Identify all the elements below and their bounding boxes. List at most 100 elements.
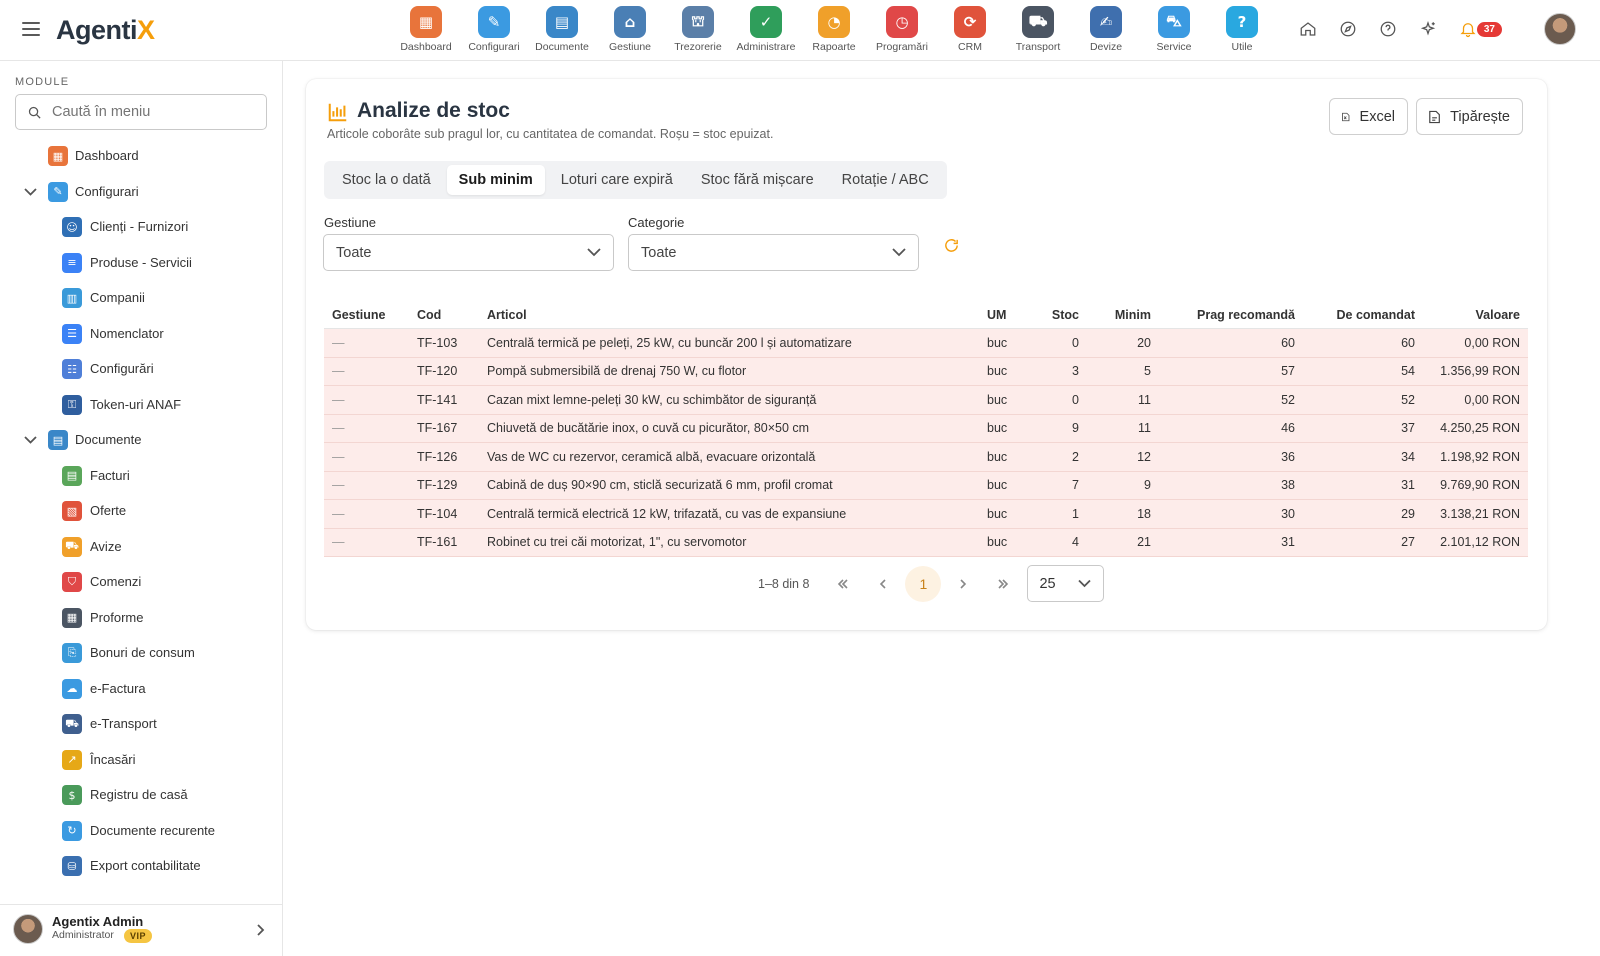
sidebar-item-avize[interactable]: ⛟ Avize (0, 529, 283, 565)
print-button[interactable]: Tipărește (1416, 98, 1523, 135)
sidebar-item-configurari[interactable]: ✎ Configurari (0, 174, 283, 210)
sidebar-item-export-contabilitate[interactable]: ⛁ Export contabilitate (0, 848, 283, 884)
sidebar-user-panel[interactable]: Agentix Admin Administrator VIP (0, 904, 283, 956)
table-row[interactable]: — TF-103 Centrală termică pe peleți, 25 kW… (324, 329, 1528, 358)
column-header[interactable]: UM (979, 308, 1029, 322)
table-row[interactable]: — TF-120 Pompă submersibilă de drenaj 750 … (324, 357, 1528, 386)
topnav-label: CRM (958, 41, 982, 53)
sidebar-item-documente[interactable]: ▤ Documente (0, 422, 283, 458)
sidebar-item-produse-servicii[interactable]: ≡ Produse - Servicii (0, 245, 283, 281)
sidebar-item-companii[interactable]: ▥ Companii (0, 280, 283, 316)
first-page-icon[interactable] (823, 566, 863, 602)
table-row[interactable]: — TF-141 Cazan mixt lemne-peleți 30 kW, cu… (324, 386, 1528, 415)
excel-file-icon (1342, 112, 1350, 121)
topnav-item-dashboard[interactable]: ▦ Dashboard (392, 6, 460, 53)
tab-rota-ie-abc[interactable]: Rotație / ABC (830, 165, 941, 195)
help-circle-icon[interactable] (1377, 18, 1399, 40)
topnav-item-documente[interactable]: ▤ Documente (528, 6, 596, 53)
app-logo[interactable]: AgentiX (56, 15, 155, 46)
menu-toggle-icon[interactable] (22, 22, 40, 36)
sparkles-icon[interactable] (1417, 18, 1439, 40)
topnav-item-crm[interactable]: ⟳ CRM (936, 6, 1004, 53)
categorie-select[interactable]: Toate (628, 234, 919, 271)
sidebar-item-oferte[interactable]: ▧ Oferte (0, 493, 283, 529)
table-cell: 3.138,21 RON (1440, 506, 1520, 521)
topnav-item-configurari[interactable]: ✎ Configurari (460, 6, 528, 53)
chevron-right-icon[interactable] (255, 923, 265, 936)
chevron-down-icon[interactable] (24, 185, 37, 198)
topnav-item-administrare[interactable]: ✓ Administrare (732, 6, 800, 53)
column-header[interactable]: Gestiune (324, 308, 409, 322)
sidebar-item-proforme[interactable]: ▦ Proforme (0, 600, 283, 636)
table-row[interactable]: — TF-167 Chiuvetă de bucătărie inox, o cuv… (324, 414, 1528, 443)
compass-icon[interactable] (1337, 18, 1359, 40)
sidebar-item-configur-ri[interactable]: ☷ Configurări (0, 351, 283, 387)
table-cell: TF-161 (417, 535, 458, 550)
user-avatar[interactable] (1544, 13, 1576, 45)
topnav-item-devize[interactable]: ✍ Devize (1072, 6, 1140, 53)
sidebar-item-label: Configurari (75, 183, 139, 199)
refresh-icon[interactable] (943, 237, 961, 255)
sidebar-item-facturi[interactable]: ▤ Facturi (0, 458, 283, 494)
sidebar-item-nomenclator[interactable]: ☰ Nomenclator (0, 316, 283, 352)
sidebar-item-label: Companii (90, 290, 145, 306)
topnav-item-service[interactable]: ⛍ Service (1140, 6, 1208, 53)
bell-icon[interactable] (1457, 18, 1479, 40)
sidebar-item-documente-recurente[interactable]: ↻ Documente recurente (0, 813, 283, 849)
previous-page-icon[interactable] (863, 566, 903, 602)
gestiune-select[interactable]: Toate (323, 234, 614, 271)
next-page-icon[interactable] (943, 566, 983, 602)
topnav-item-utile[interactable]: ? Utile (1208, 6, 1276, 53)
topnav-item-transport[interactable]: ⛟ Transport (1004, 6, 1072, 53)
sidebar-item-e-factura[interactable]: ☁ e-Factura (0, 671, 283, 707)
last-page-icon[interactable] (983, 566, 1023, 602)
column-header[interactable]: Cod (409, 308, 479, 322)
tab-loturi-care-expir-[interactable]: Loturi care expiră (549, 165, 685, 195)
chevron-down-icon (892, 248, 906, 257)
table-row[interactable]: — TF-129 Cabină de duș 90×90 cm, sticlă se… (324, 471, 1528, 500)
sidebar-search-input[interactable] (52, 104, 252, 120)
table-cell: 9 (1144, 478, 1151, 493)
tab-stoc-f-r-mi-care[interactable]: Stoc fără mișcare (689, 165, 826, 195)
column-header[interactable]: Valoare (1423, 308, 1528, 322)
document-pen-icon: ✍ (1090, 6, 1122, 38)
page-size-select[interactable]: 25 (1027, 565, 1105, 602)
sidebar-item-e-transport[interactable]: ⛟ e-Transport (0, 706, 283, 742)
topnav-item-gestiune[interactable]: ⌂ Gestiune (596, 6, 664, 53)
tab-sub-minim[interactable]: Sub minim (446, 165, 545, 195)
topnav-item-rapoarte[interactable]: ◔ Rapoarte (800, 6, 868, 53)
sidebar-item-label: Clienți - Furnizori (90, 219, 189, 235)
table-cell: buc (987, 392, 1008, 407)
table-row[interactable]: — TF-126 Vas de WC cu rezervor, ceramică a… (324, 443, 1528, 472)
column-header[interactable]: Stoc (1029, 308, 1087, 322)
column-header[interactable]: De comandat (1303, 308, 1423, 322)
column-header[interactable]: Prag recomandă (1159, 308, 1303, 322)
table-cell: — (332, 364, 345, 379)
sidebar-item-token-uri-anaf[interactable]: ⚿ Token-uri ANAF (0, 387, 283, 423)
chevron-down-icon (587, 248, 601, 257)
sidebar-item-bonuri-de-consum[interactable]: ⎘ Bonuri de consum (0, 635, 283, 671)
sidebar-item-registru-de-cas-[interactable]: $ Registru de casă (0, 777, 283, 813)
table-row[interactable]: — TF-161 Robinet cu trei căi motorizat, 1"… (324, 528, 1528, 557)
sidebar-item--ncas-ri[interactable]: ↗ Încasări (0, 742, 283, 778)
sidebar-item-comenzi[interactable]: ⛉ Comenzi (0, 564, 283, 600)
chevron-down-icon[interactable] (24, 433, 37, 446)
current-page-button[interactable]: 1 (905, 565, 942, 602)
topnav-item-program-ri[interactable]: ◷ Programări (868, 6, 936, 53)
column-header[interactable]: Minim (1087, 308, 1159, 322)
notification-count-badge[interactable]: 37 (1476, 21, 1502, 37)
table-cell: 38 (1281, 478, 1295, 493)
home-icon[interactable] (1297, 18, 1319, 40)
sidebar-item-clien-i-furnizori[interactable]: ☺ Clienți - Furnizori (0, 209, 283, 245)
sidebar-item-dashboard[interactable]: ▦ Dashboard (0, 138, 283, 174)
topnav-item-trezorerie[interactable]: ⛫ Trezorerie (664, 6, 732, 53)
cash-register-icon: $ (62, 785, 82, 805)
search-icon (28, 106, 41, 119)
table-cell: — (332, 392, 345, 407)
tab-stoc-la-o-dat-[interactable]: Stoc la o dată (330, 165, 443, 195)
stock-analysis-card: Analize de stoc Articole coborâte sub pr… (306, 79, 1547, 630)
column-header[interactable]: Articol (479, 308, 979, 322)
export-excel-button[interactable]: Excel (1329, 98, 1408, 135)
table-row[interactable]: — TF-104 Centrală termică electrică 12 kW,… (324, 500, 1528, 529)
sidebar-search[interactable] (15, 94, 267, 130)
